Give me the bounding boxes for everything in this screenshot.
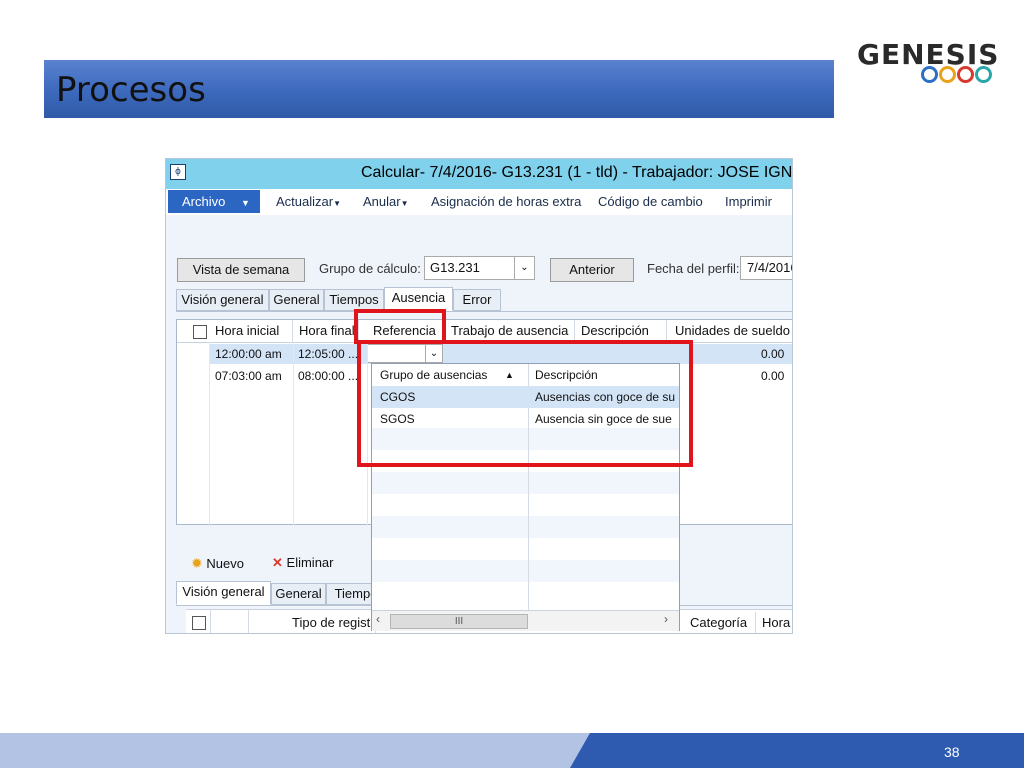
calcular-window: ɸ Calcular- 7/4/2016- G13.231 (1 - tld) … [165, 158, 793, 634]
vista-semana-button[interactable]: Vista de semana [177, 258, 305, 282]
col-tipo-registro[interactable]: Tipo de regist [286, 612, 376, 633]
dropdown-stripe [372, 560, 679, 582]
col-categoria[interactable]: Categoría [684, 612, 756, 633]
close-icon: ✕ [272, 555, 283, 570]
chevron-down-icon[interactable]: ⌄ [514, 257, 534, 279]
menu-actualizar-label: Actualizar [276, 194, 334, 209]
fecha-perfil-label: Fecha del perfil: [647, 261, 740, 276]
fecha-perfil-value: 7/4/2016 [747, 260, 793, 275]
dropdown-stripe [372, 516, 679, 538]
dropdown-row-descripcion: Ausencia sin goce de sue [535, 412, 672, 426]
tab-strip: Visión general General Tiempos Ausencia … [176, 287, 792, 312]
fecha-perfil-input[interactable]: 7/4/2016 [740, 256, 793, 280]
menu-anular[interactable]: Anular▼ [363, 194, 409, 209]
window-title: Calcular- 7/4/2016- G13.231 (1 - tld) - … [361, 164, 793, 181]
sort-ascending-icon: ▲ [505, 370, 514, 380]
dropdown-row-sgos[interactable]: SGOS Ausencia sin goce de sue [372, 408, 679, 430]
col-referencia[interactable]: Referencia [367, 320, 445, 342]
dynamics-app-icon[interactable]: ɸ [170, 164, 186, 180]
tab-tiempos[interactable]: Tiempos [324, 289, 384, 311]
grupo-calculo-select[interactable]: G13.231 ⌄ [424, 256, 535, 280]
dropdown-stripe [372, 428, 679, 450]
sun-icon: ✹ [191, 555, 203, 571]
dropdown-arrow-icon: ▼ [333, 199, 341, 208]
nuevo-button[interactable]: ✹ Nuevo [191, 555, 244, 572]
menu-imprimir[interactable]: Imprimir [725, 194, 772, 209]
row1-hora-final[interactable]: 12:05:00 ... [298, 344, 358, 364]
logo-ring-blue [921, 66, 938, 83]
anterior-button[interactable]: Anterior [550, 258, 634, 282]
grupo-calculo-value: G13.231 [430, 260, 480, 275]
col-unidades-sueldo[interactable]: Unidades de sueldo [667, 320, 792, 342]
logo-ring-red [957, 66, 974, 83]
tab-vision-general[interactable]: Visión general [176, 289, 269, 311]
genesis-logo: GENESIS [857, 38, 998, 84]
archivo-menu-button[interactable]: Archivo ▼ [168, 190, 260, 213]
tab-ausencia[interactable]: Ausencia [384, 287, 453, 311]
lower-tab-vision-general[interactable]: Visión general [176, 581, 271, 605]
grid-vline [209, 342, 210, 526]
grid-vline [248, 610, 249, 633]
slide-page-number: 38 [944, 744, 960, 760]
grupo-ausencias-dropdown: Grupo de ausencias ▲ Descripción CGOS Au… [371, 363, 680, 631]
lower-select-all-checkbox[interactable] [192, 616, 206, 630]
grid-vline [367, 342, 368, 526]
dropdown-row-grupo: SGOS [380, 412, 415, 426]
col-hora-inicial[interactable]: Hora inicial [209, 320, 293, 342]
col-hora-final[interactable]: Hora final [293, 320, 359, 342]
grupo-calculo-label: Grupo de cálculo: [319, 261, 421, 276]
row2-hora-inicial[interactable]: 07:03:00 am [215, 366, 282, 386]
window-title-bar: ɸ Calcular- 7/4/2016- G13.231 (1 - tld) … [166, 159, 793, 189]
menu-anular-label: Anular [363, 194, 401, 209]
logo-ring-teal [975, 66, 992, 83]
grid-vline [293, 342, 294, 526]
chevron-down-icon[interactable]: ⌄ [425, 345, 442, 362]
tab-error[interactable]: Error [453, 289, 501, 311]
row2-unidades[interactable]: 0.00 [761, 366, 784, 386]
grid-vline [210, 610, 211, 633]
row1-unidades[interactable]: 0.00 [761, 344, 784, 364]
col-trabajo-ausencia[interactable]: Trabajo de ausencia [445, 320, 575, 342]
eliminar-label: Eliminar [286, 555, 334, 570]
menu-actualizar[interactable]: Actualizar▼ [276, 194, 341, 209]
referencia-combo[interactable]: ⌄ [367, 344, 443, 363]
grid-header: Hora inicial Hora final Referencia Traba… [177, 320, 792, 343]
scroll-left-icon[interactable]: ‹ [376, 612, 380, 626]
row1-hora-inicial[interactable]: 12:00:00 am [215, 344, 282, 364]
col-descripcion[interactable]: Descripción [575, 320, 667, 342]
dropdown-col-grupo[interactable]: Grupo de ausencias [380, 364, 487, 386]
scroll-right-icon[interactable]: › [664, 612, 668, 626]
dropdown-row-grupo: CGOS [380, 390, 416, 404]
dropdown-row-cgos[interactable]: CGOS Ausencias con goce de su [372, 386, 679, 408]
menu-codigo-cambio[interactable]: Código de cambio [598, 194, 703, 209]
dropdown-header: Grupo de ausencias ▲ Descripción [372, 364, 679, 387]
col-hora[interactable]: Hora [756, 612, 792, 633]
archivo-label: Archivo [182, 194, 226, 209]
dropdown-col-descripcion[interactable]: Descripción [535, 364, 598, 386]
horizontal-scrollbar[interactable]: ‹ III › [372, 610, 679, 631]
nuevo-label: Nuevo [206, 556, 244, 571]
dropdown-arrow-icon: ▼ [400, 199, 409, 208]
ribbon: Archivo ▼ Actualizar▼ Anular▼ Asignación… [166, 189, 792, 216]
slide-title-bar: Procesos [44, 60, 834, 118]
chevron-down-icon: ▼ [240, 198, 250, 208]
lower-tab-general[interactable]: General [271, 583, 326, 605]
dropdown-stripe [372, 472, 679, 494]
select-all-checkbox[interactable] [193, 325, 207, 339]
dropdown-row-descripcion: Ausencias con goce de su [535, 390, 676, 404]
grid-row-selected[interactable] [209, 344, 792, 364]
scroll-thumb[interactable]: III [390, 614, 528, 629]
tab-general[interactable]: General [269, 289, 324, 311]
eliminar-button[interactable]: ✕ Eliminar [272, 555, 334, 571]
menu-asignacion-horas-extra[interactable]: Asignación de horas extra [431, 194, 581, 209]
row2-hora-final[interactable]: 08:00:00 ... [298, 366, 358, 386]
slide-title: Procesos [56, 70, 206, 110]
logo-ring-orange [939, 66, 956, 83]
